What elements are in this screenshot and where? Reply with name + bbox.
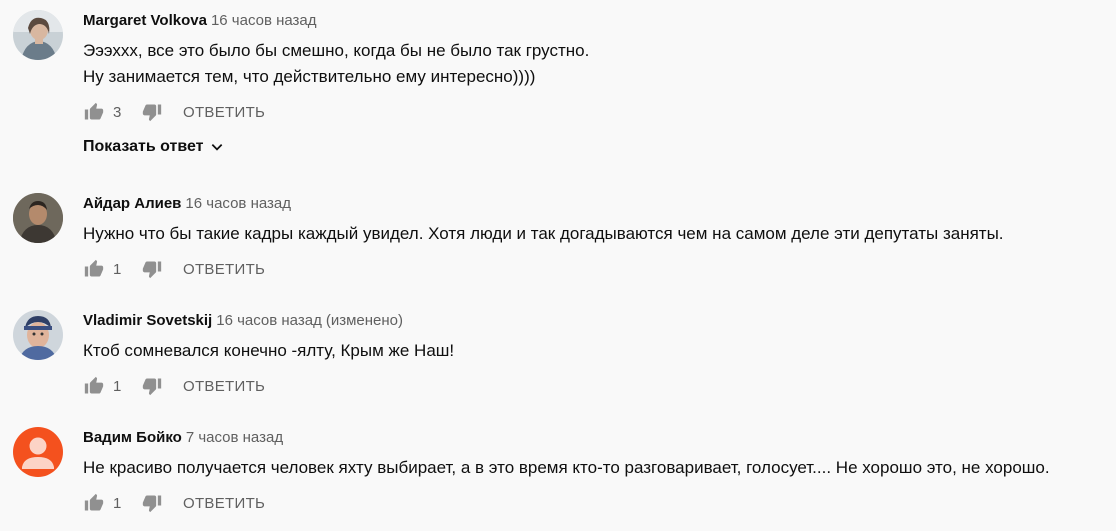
dislike-button[interactable] <box>141 492 163 514</box>
like-count: 1 <box>113 494 122 512</box>
comment-line: Нужно что бы такие кадры каждый увидел. … <box>83 224 1004 243</box>
comment-header: Айдар Алиев 16 часов назад <box>83 194 291 214</box>
comments-section: Margaret Volkova 16 часов назад Эээххх, в… <box>0 0 1116 531</box>
dislike-button[interactable] <box>141 375 163 397</box>
reply-button[interactable]: ОТВЕТИТЬ <box>183 104 265 121</box>
like-count: 1 <box>113 260 122 278</box>
avatar[interactable] <box>13 310 63 360</box>
dislike-button[interactable] <box>141 101 163 123</box>
avatar[interactable] <box>13 427 63 477</box>
author-name[interactable]: Вадим Бойко <box>83 429 182 446</box>
thumb-down-icon <box>142 495 162 513</box>
show-replies-label: Показать ответ <box>83 138 204 155</box>
comment-actions: 1 ОТВЕТИТЬ <box>83 491 265 515</box>
reply-button[interactable]: ОТВЕТИТЬ <box>183 378 265 395</box>
avatar[interactable] <box>13 193 63 243</box>
avatar[interactable] <box>13 10 63 60</box>
show-replies-button[interactable]: Показать ответ <box>83 138 224 156</box>
comment-time[interactable]: 16 часов назад <box>216 312 322 329</box>
comment-time[interactable]: 16 часов назад <box>185 195 291 212</box>
comment-time[interactable]: 16 часов назад <box>211 12 317 29</box>
comment-header: Vladimir Sovetskij 16 часов назад (изменен… <box>83 311 403 331</box>
reply-button[interactable]: ОТВЕТИТЬ <box>183 261 265 278</box>
author-name[interactable]: Айдар Алиев <box>83 195 181 212</box>
author-name[interactable]: Margaret Volkova <box>83 12 207 29</box>
comment-text: Ктоб сомневался конечно -ялту, Крым же Н… <box>83 338 454 364</box>
comment-line: Ктоб сомневался конечно -ялту, Крым же Н… <box>83 341 455 360</box>
thumb-down-icon <box>142 378 162 396</box>
thumb-up-icon <box>84 493 104 511</box>
comment-header: Margaret Volkova 16 часов назад <box>83 11 317 31</box>
comment-text: Эээххх, все это было бы смешно, когда бы… <box>83 38 589 90</box>
like-count: 1 <box>113 377 122 395</box>
like-button[interactable] <box>83 492 105 514</box>
comment-line: Эээххх, все это было бы смешно, когда бы… <box>83 41 590 60</box>
comment-text: Нужно что бы такие кадры каждый увидел. … <box>83 221 1004 247</box>
comment-line: Не красиво получается человек яхту выбир… <box>83 458 1050 477</box>
like-count: 3 <box>113 103 122 121</box>
thumb-down-icon <box>142 261 162 279</box>
comment-time[interactable]: 7 часов назад <box>186 429 283 446</box>
like-button[interactable] <box>83 101 105 123</box>
comment-actions: 1 ОТВЕТИТЬ <box>83 374 265 398</box>
comment-line: Ну занимается тем, что действительно ему… <box>83 67 536 86</box>
thumb-up-icon <box>84 376 104 394</box>
comment-text: Не красиво получается человек яхту выбир… <box>83 455 1050 481</box>
edited-label: (изменено) <box>325 312 403 329</box>
author-name[interactable]: Vladimir Sovetskij <box>83 312 212 329</box>
thumb-down-icon <box>142 104 162 122</box>
reply-button[interactable]: ОТВЕТИТЬ <box>183 495 265 512</box>
like-button[interactable] <box>83 375 105 397</box>
chevron-down-icon <box>210 140 224 154</box>
dislike-button[interactable] <box>141 258 163 280</box>
comment-actions: 1 ОТВЕТИТЬ <box>83 257 265 281</box>
like-button[interactable] <box>83 258 105 280</box>
thumb-up-icon <box>84 259 104 277</box>
comment-actions: 3 ОТВЕТИТЬ <box>83 100 265 124</box>
thumb-up-icon <box>84 102 104 120</box>
comment-header: Вадим Бойко 7 часов назад <box>83 428 283 448</box>
